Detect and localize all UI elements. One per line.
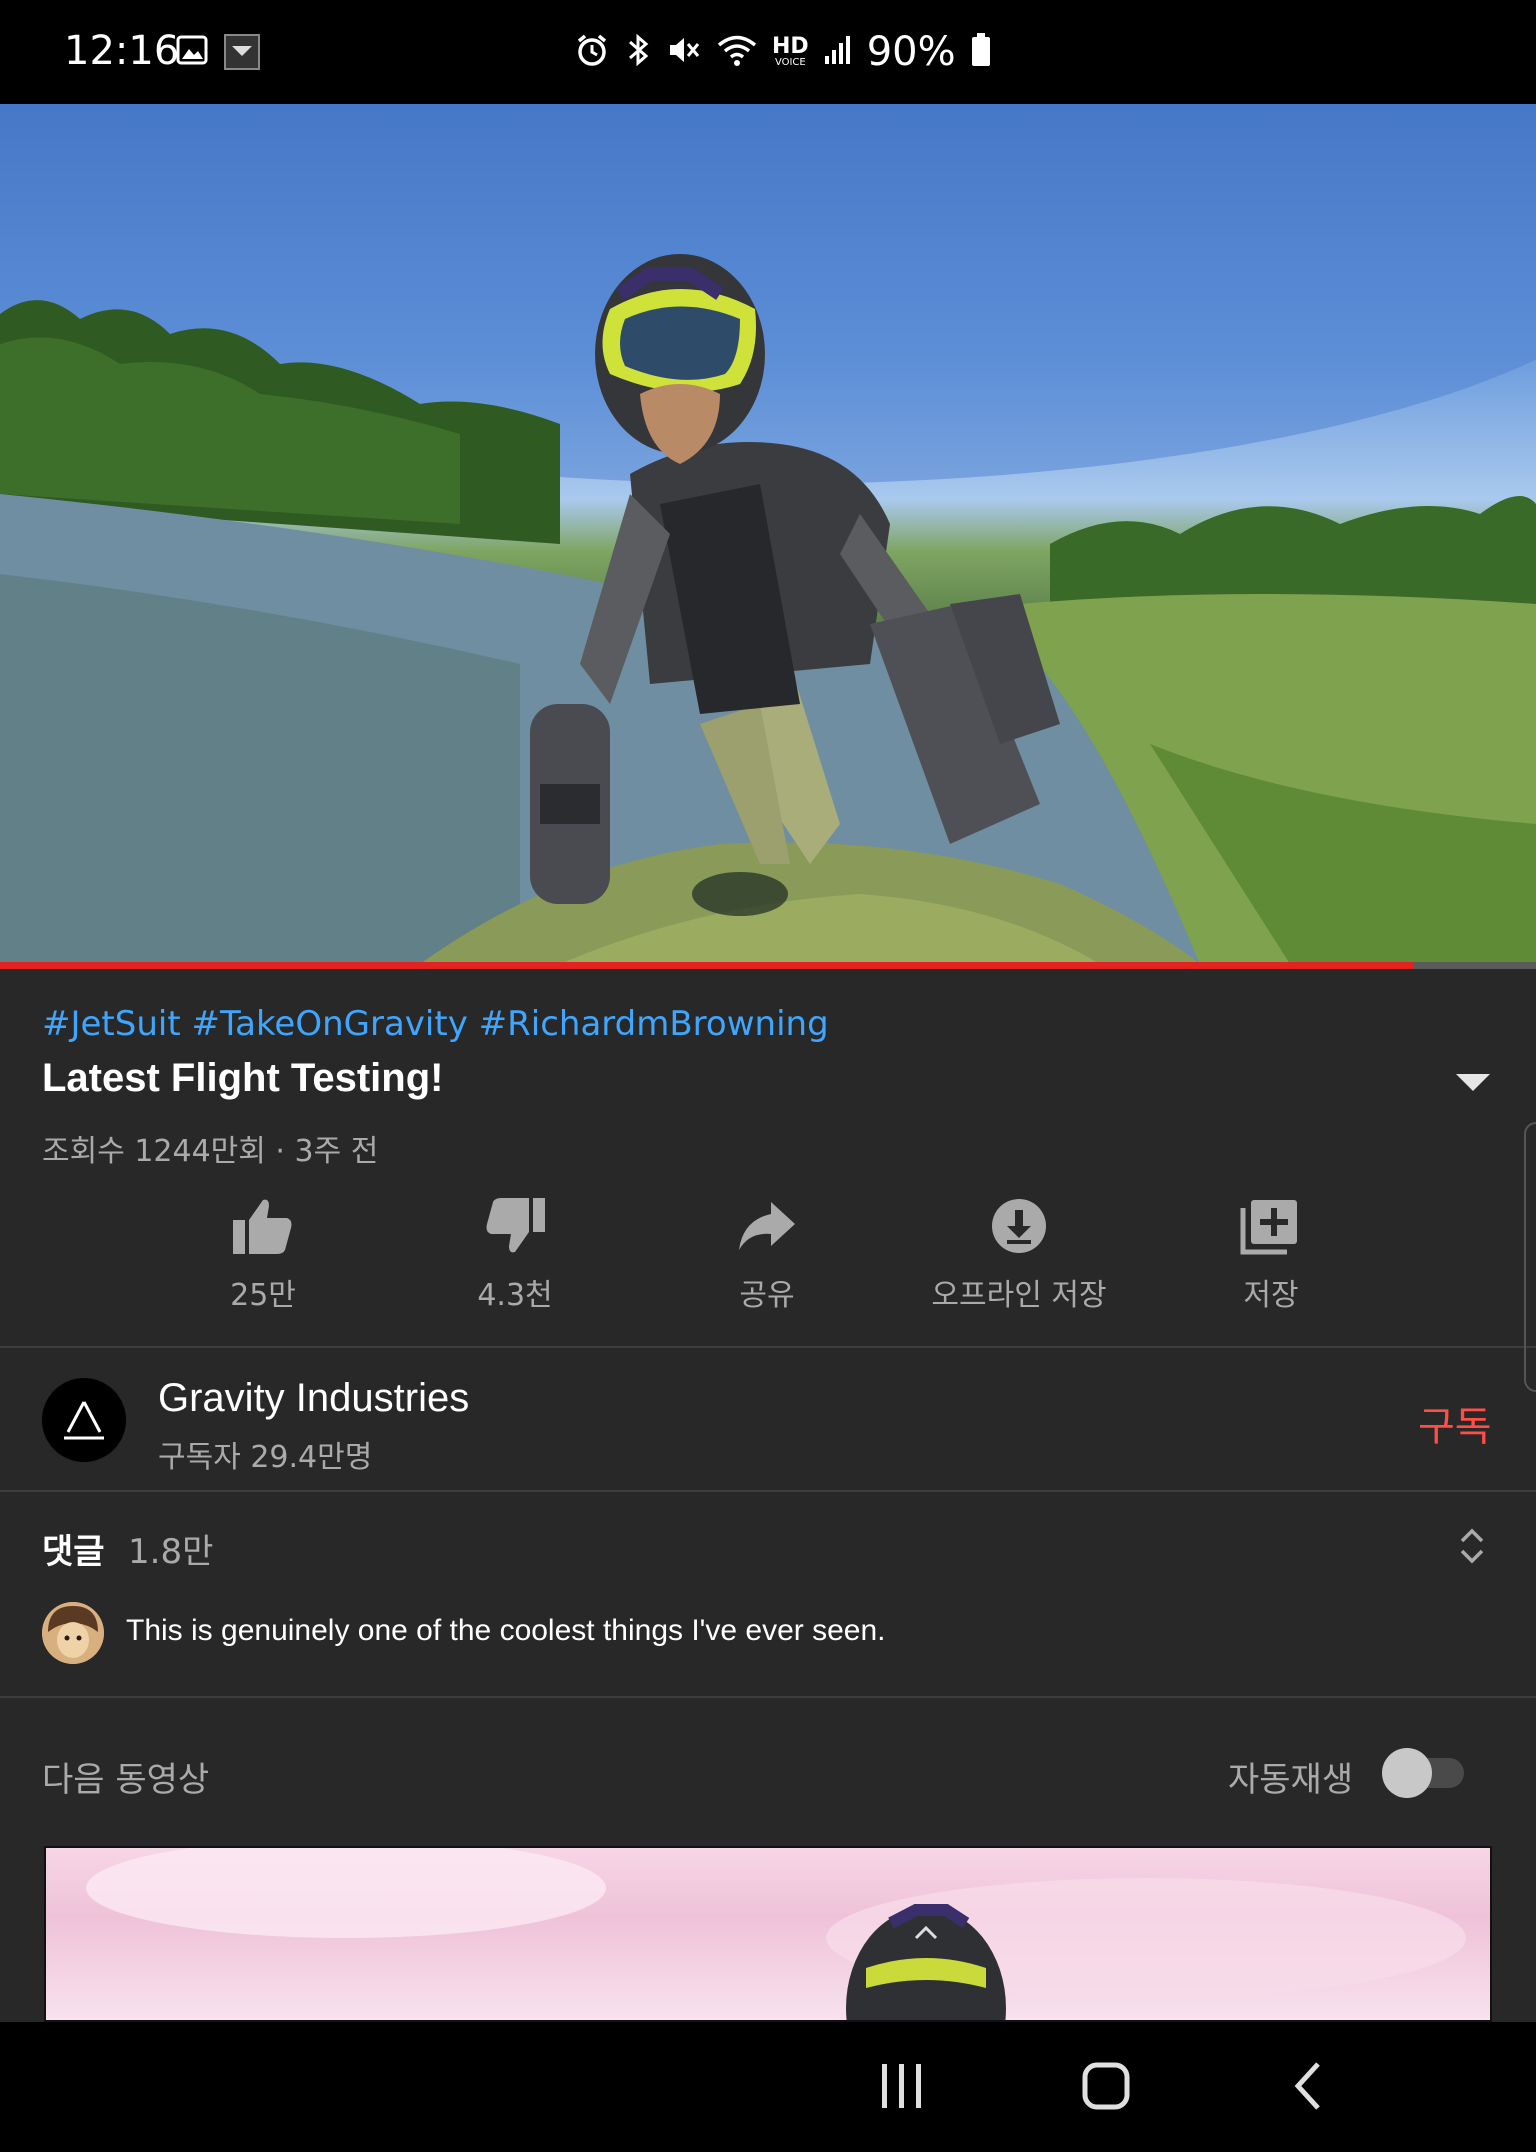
subscriber-count: 구독자 29.4만명 [158,1440,373,1475]
dislike-button[interactable]: 4.3천 [395,1196,635,1314]
commenter-avatar [42,1602,104,1664]
save-playlist-button[interactable]: 저장 [1151,1196,1391,1314]
recent-apps-button[interactable] [878,2060,926,2116]
comments-count: 1.8만 [128,1532,214,1572]
next-video-frame [86,1848,1466,2020]
video-title[interactable]: Latest Flight Testing! [42,1056,443,1101]
autoplay-label: 자동재생 [1228,1760,1354,1800]
hashtags-link[interactable]: #JetSuit #TakeOnGravity #RichardmBrownin… [42,1004,829,1044]
autoplay-toggle[interactable] [1382,1748,1466,1798]
status-icons: HD VOICE 90% [574,28,992,76]
thumb-up-icon [233,1199,292,1254]
autoplay-toggle-knob [1382,1748,1432,1798]
hd-voice-icon: HD VOICE [772,34,809,68]
expand-comments-icon[interactable] [1456,1526,1488,1570]
share-button[interactable]: 공유 [647,1196,887,1314]
gravity-logo-icon [64,1401,104,1440]
view-count-meta: 조회수 1244만회 · 3주 전 [42,1134,379,1169]
subscribe-button[interactable]: 구독 [1418,1394,1492,1452]
share-icon [739,1202,795,1250]
dislike-count: 4.3천 [477,1278,553,1313]
app-notification-icon [224,34,260,74]
signal-icon [823,32,853,72]
video-player[interactable] [0,104,1536,964]
video-frame [0,104,1536,964]
save-label: 저장 [1243,1278,1299,1313]
download-button[interactable]: 오프라인 저장 [899,1196,1139,1314]
divider [0,1346,1536,1348]
alarm-icon [574,32,610,72]
like-count: 25만 [230,1278,296,1313]
gallery-icon [176,34,208,70]
up-next-label: 다음 동영상 [42,1760,210,1800]
status-bar: 12:16 HD VOICE 90% [0,0,1536,104]
top-comment-text: This is genuinely one of the coolest thi… [126,1614,886,1647]
battery-icon [970,32,992,72]
edge-panel-handle[interactable] [1524,1122,1536,1392]
action-bar: 25만 4.3천 공유 오프라인 저장 저장 [0,1196,1536,1326]
video-progress-fill [0,962,1414,969]
wifi-icon [716,32,758,72]
system-nav-bar [0,2022,1536,2152]
home-button[interactable] [1082,2060,1130,2116]
video-progress-bar[interactable] [0,962,1536,969]
back-button[interactable] [1290,2060,1326,2116]
like-button[interactable]: 25만 [143,1196,383,1314]
expand-description-icon[interactable] [1456,1074,1490,1091]
next-video-thumbnail[interactable] [44,1846,1492,2022]
share-label: 공유 [739,1278,795,1313]
divider [0,1696,1536,1698]
status-time: 12:16 [64,28,180,74]
comments-label: 댓글 [42,1532,105,1572]
battery-percent: 90% [866,29,956,75]
mute-icon [666,32,702,72]
channel-name[interactable]: Gravity Industries [158,1376,469,1421]
bluetooth-icon [624,32,652,72]
thumb-down-icon [486,1198,545,1253]
download-label: 오프라인 저장 [931,1278,1107,1313]
playlist-add-icon [1240,1200,1297,1255]
channel-avatar[interactable] [42,1378,126,1462]
divider [0,1490,1536,1492]
download-icon [992,1199,1046,1253]
